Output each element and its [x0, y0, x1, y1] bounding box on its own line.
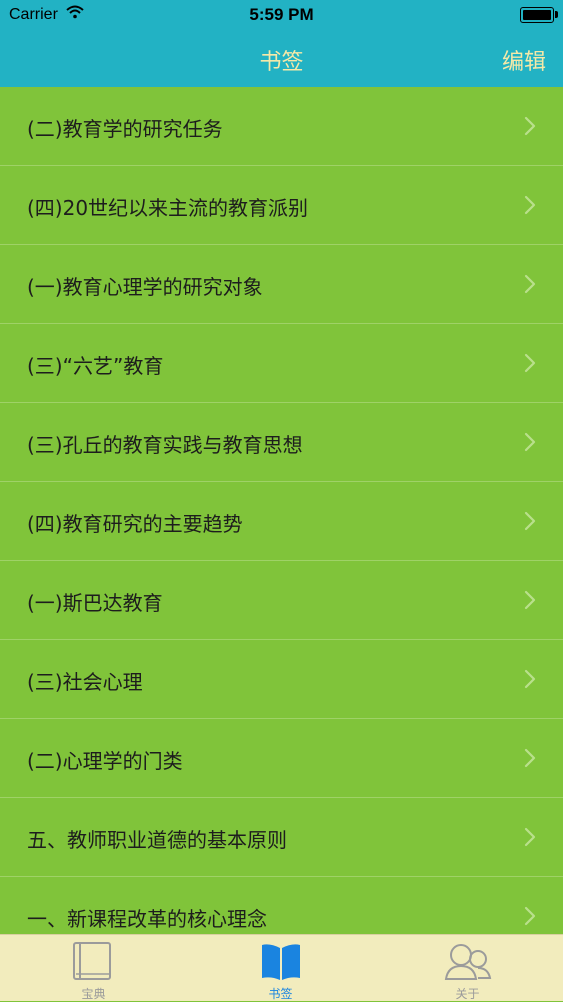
- list-item[interactable]: (四)20世纪以来主流的教育派别: [0, 166, 563, 245]
- tab-about[interactable]: 关于: [374, 935, 561, 1001]
- status-time: 5:59 PM: [249, 5, 314, 24]
- bookmark-list[interactable]: (二)教育学的研究任务 (四)20世纪以来主流的教育派别 (一)教育心理学的研究对象…: [0, 87, 563, 934]
- list-item-label: 五、教师职业道德的基本原则: [27, 828, 287, 852]
- page-title: 书签: [259, 50, 304, 75]
- people-icon: [374, 940, 561, 982]
- chevron-right-icon: [523, 195, 537, 215]
- tab-label: 宝典: [81, 987, 106, 1001]
- tab-label: 书签: [268, 987, 293, 1001]
- edit-button[interactable]: 编辑: [502, 44, 546, 76]
- status-bar: Carrier 5:59 PM: [0, 0, 563, 30]
- tab-bookmarks[interactable]: 书签: [187, 935, 374, 1001]
- chevron-right-icon: [523, 511, 537, 531]
- list-item-label: (二)心理学的门类: [27, 749, 183, 773]
- tab-bar: 宝典 书签 关于: [0, 934, 563, 1001]
- list-item[interactable]: (二)心理学的门类: [0, 719, 563, 798]
- list-item-label: (二)教育学的研究任务: [27, 117, 223, 141]
- list-item[interactable]: 一、新课程改革的核心理念: [0, 877, 563, 934]
- list-item[interactable]: (三)社会心理: [0, 640, 563, 719]
- list-item[interactable]: 五、教师职业道德的基本原则: [0, 798, 563, 877]
- list-item[interactable]: (一)教育心理学的研究对象: [0, 245, 563, 324]
- chevron-right-icon: [523, 432, 537, 452]
- chevron-right-icon: [523, 116, 537, 136]
- chevron-right-icon: [523, 669, 537, 689]
- list-item-label: (一)教育心理学的研究对象: [27, 275, 263, 299]
- list-item-label: 一、新课程改革的核心理念: [27, 907, 267, 931]
- book-icon: [0, 940, 187, 982]
- navigation-bar: 书签 编辑: [0, 30, 563, 87]
- tab-label: 关于: [455, 987, 480, 1001]
- chevron-right-icon: [523, 827, 537, 847]
- chevron-right-icon: [523, 748, 537, 768]
- list-item-label: (四)教育研究的主要趋势: [27, 512, 243, 536]
- list-item-label: (三)“六艺”教育: [27, 354, 164, 378]
- chevron-right-icon: [523, 590, 537, 610]
- list-item[interactable]: (一)斯巴达教育: [0, 561, 563, 640]
- list-item[interactable]: (三)“六艺”教育: [0, 324, 563, 403]
- chevron-right-icon: [523, 353, 537, 373]
- list-item-label: (一)斯巴达教育: [27, 591, 163, 615]
- list-item[interactable]: (三)孔丘的教育实践与教育思想: [0, 403, 563, 482]
- chevron-right-icon: [523, 906, 537, 926]
- battery-icon: [520, 7, 554, 23]
- list-item-label: (三)社会心理: [27, 670, 143, 694]
- tab-baodian[interactable]: 宝典: [0, 935, 187, 1001]
- battery-tip: [555, 11, 558, 18]
- chevron-right-icon: [523, 274, 537, 294]
- open-book-icon: [187, 940, 374, 982]
- list-item-label: (三)孔丘的教育实践与教育思想: [27, 433, 303, 457]
- list-item-label: (四)20世纪以来主流的教育派别: [27, 196, 309, 220]
- list-item[interactable]: (四)教育研究的主要趋势: [0, 482, 563, 561]
- list-item[interactable]: (二)教育学的研究任务: [0, 87, 563, 166]
